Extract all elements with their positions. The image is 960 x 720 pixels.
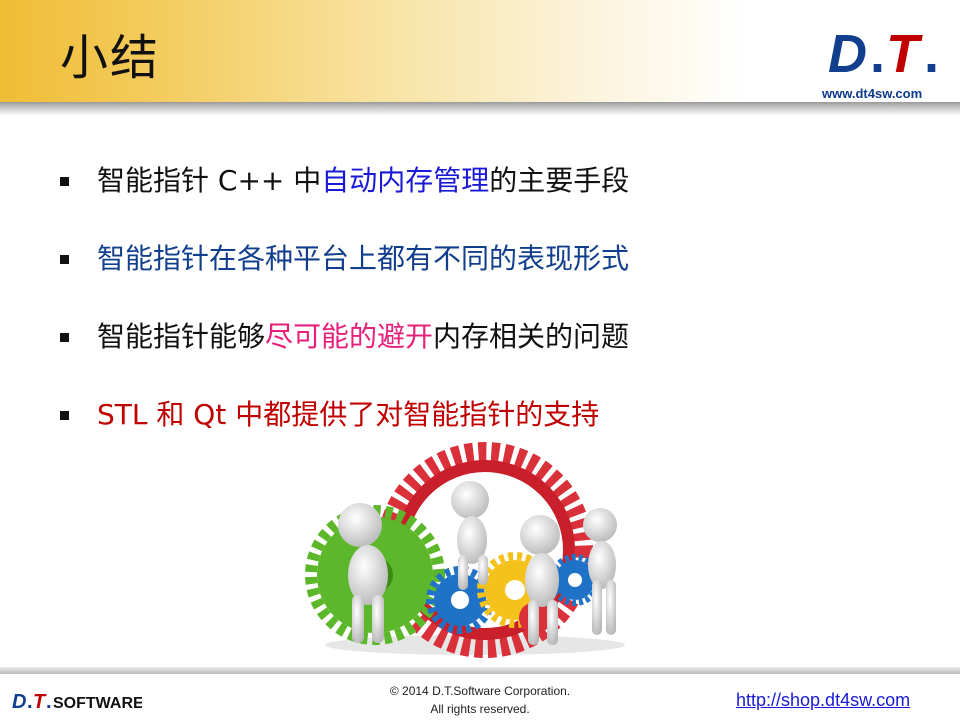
bullet-list: 智能指针 C++ 中自动内存管理的主要手段 智能指针在各种平台上都有不同的表现形…	[60, 160, 629, 472]
bullet-text: 的主要手段	[489, 164, 630, 197]
header-divider	[0, 102, 960, 116]
svg-text:.: .	[924, 24, 939, 80]
svg-text:.: .	[46, 691, 52, 712]
bullet-text: 内存相关的问题	[433, 320, 630, 353]
bullet-item: 智能指针 C++ 中自动内存管理的主要手段	[60, 160, 629, 238]
rights-line: All rights reserved.	[430, 702, 530, 716]
footer-divider	[0, 667, 960, 674]
bullet-text: 智能指针能够	[97, 320, 266, 353]
svg-text:SOFTWARE: SOFTWARE	[53, 695, 142, 712]
bullet-highlight: 尽可能的避开	[265, 320, 434, 353]
slide-title: 小结	[60, 30, 161, 86]
dt-logo: D . T .	[828, 24, 939, 80]
svg-text:T: T	[886, 24, 923, 80]
svg-text:.: .	[27, 691, 33, 712]
gears-teamwork-illustration	[305, 442, 625, 658]
dt-software-logo: D . T . SOFTWARE	[12, 691, 142, 712]
bullet-text: 智能指针在各种平台上都有不同的表现形式	[97, 242, 630, 275]
bullet-square-icon	[60, 333, 69, 342]
shop-link[interactable]: http://shop.dt4sw.com	[736, 690, 910, 711]
copyright-line: © 2014 D.T.Software Corporation.	[389, 684, 571, 698]
copyright-text: © 2014 D.T.Software Corporation. All rig…	[330, 682, 630, 718]
bullet-square-icon	[60, 255, 69, 264]
bullet-text: STL 和 Qt 中都提供了对智能指针的支持	[97, 398, 600, 431]
bullet-text: 智能指针 C++ 中	[97, 164, 322, 197]
bullet-item: 智能指针能够尽可能的避开内存相关的问题	[60, 316, 629, 394]
bullet-item: 智能指针在各种平台上都有不同的表现形式	[60, 238, 629, 316]
svg-text:T: T	[33, 691, 47, 712]
logo-url: www.dt4sw.com	[822, 86, 923, 101]
svg-text:.: .	[870, 24, 885, 80]
bullet-square-icon	[60, 411, 69, 420]
bullet-highlight: 自动内存管理	[321, 164, 490, 197]
svg-text:D: D	[12, 691, 26, 712]
svg-text:D: D	[828, 24, 867, 80]
bullet-square-icon	[60, 177, 69, 186]
